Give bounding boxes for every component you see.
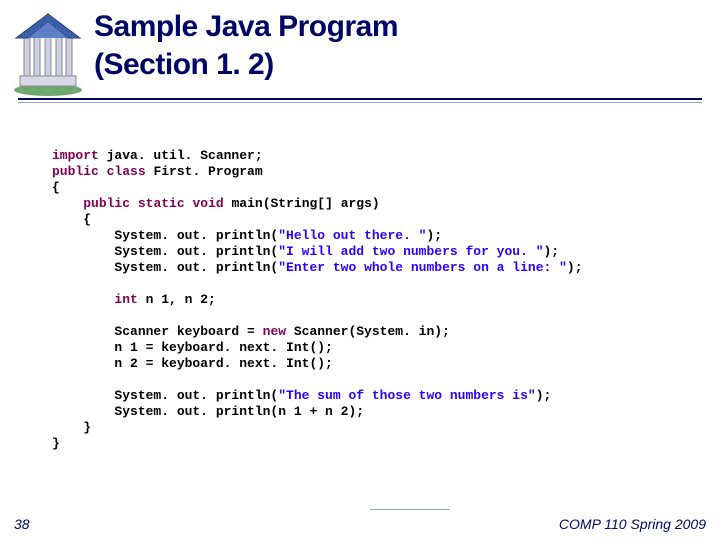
footer-rule <box>370 509 450 510</box>
title-line-1: Sample Java Program <box>94 10 398 43</box>
slide-header: Sample Java Program (Section 1. 2) <box>0 0 720 110</box>
code-block: import java. util. Scanner; public class… <box>52 148 583 452</box>
header-rule-thin <box>18 102 702 103</box>
page-number: 38 <box>14 516 30 532</box>
title-line-2: (Section 1. 2) <box>94 48 274 81</box>
course-label: COMP 110 Spring 2009 <box>559 516 706 532</box>
unc-well-logo <box>8 8 88 98</box>
header-rule-thick <box>18 98 702 100</box>
slide-title: Sample Java Program (Section 1. 2) <box>94 8 398 83</box>
